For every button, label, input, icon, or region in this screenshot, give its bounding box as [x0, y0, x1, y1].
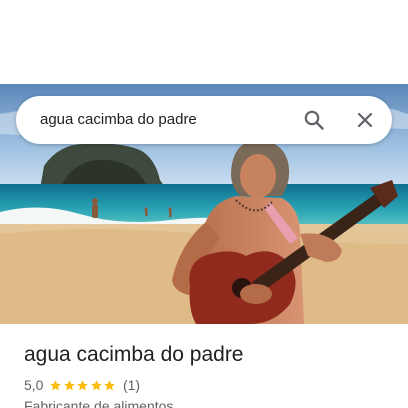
review-count[interactable]: (1): [123, 377, 140, 393]
place-category: Fabricante de alimentos: [24, 398, 174, 408]
star-icon: [77, 379, 89, 390]
top-blank-area: [0, 0, 408, 84]
close-icon[interactable]: [353, 108, 377, 132]
search-icon[interactable]: [302, 108, 326, 132]
search-bar[interactable]: agua cacimba do padre: [16, 96, 392, 144]
star-icon: [64, 379, 75, 390]
maps-place-panel: agua cacimba do padre agua cacimba do pa…: [0, 0, 408, 408]
place-title: agua cacimba do padre: [24, 343, 244, 366]
star-icon: [104, 379, 116, 390]
star-rating: [49, 379, 117, 392]
rating-value: 5,0: [24, 377, 44, 393]
star-icon: [50, 379, 62, 390]
star-icon: [91, 379, 102, 390]
search-input[interactable]: agua cacimba do padre: [40, 96, 197, 144]
place-info: agua cacimba do padre 5,0 (1) Fabricante…: [0, 324, 408, 408]
rating-row[interactable]: 5,0 (1): [24, 376, 140, 394]
